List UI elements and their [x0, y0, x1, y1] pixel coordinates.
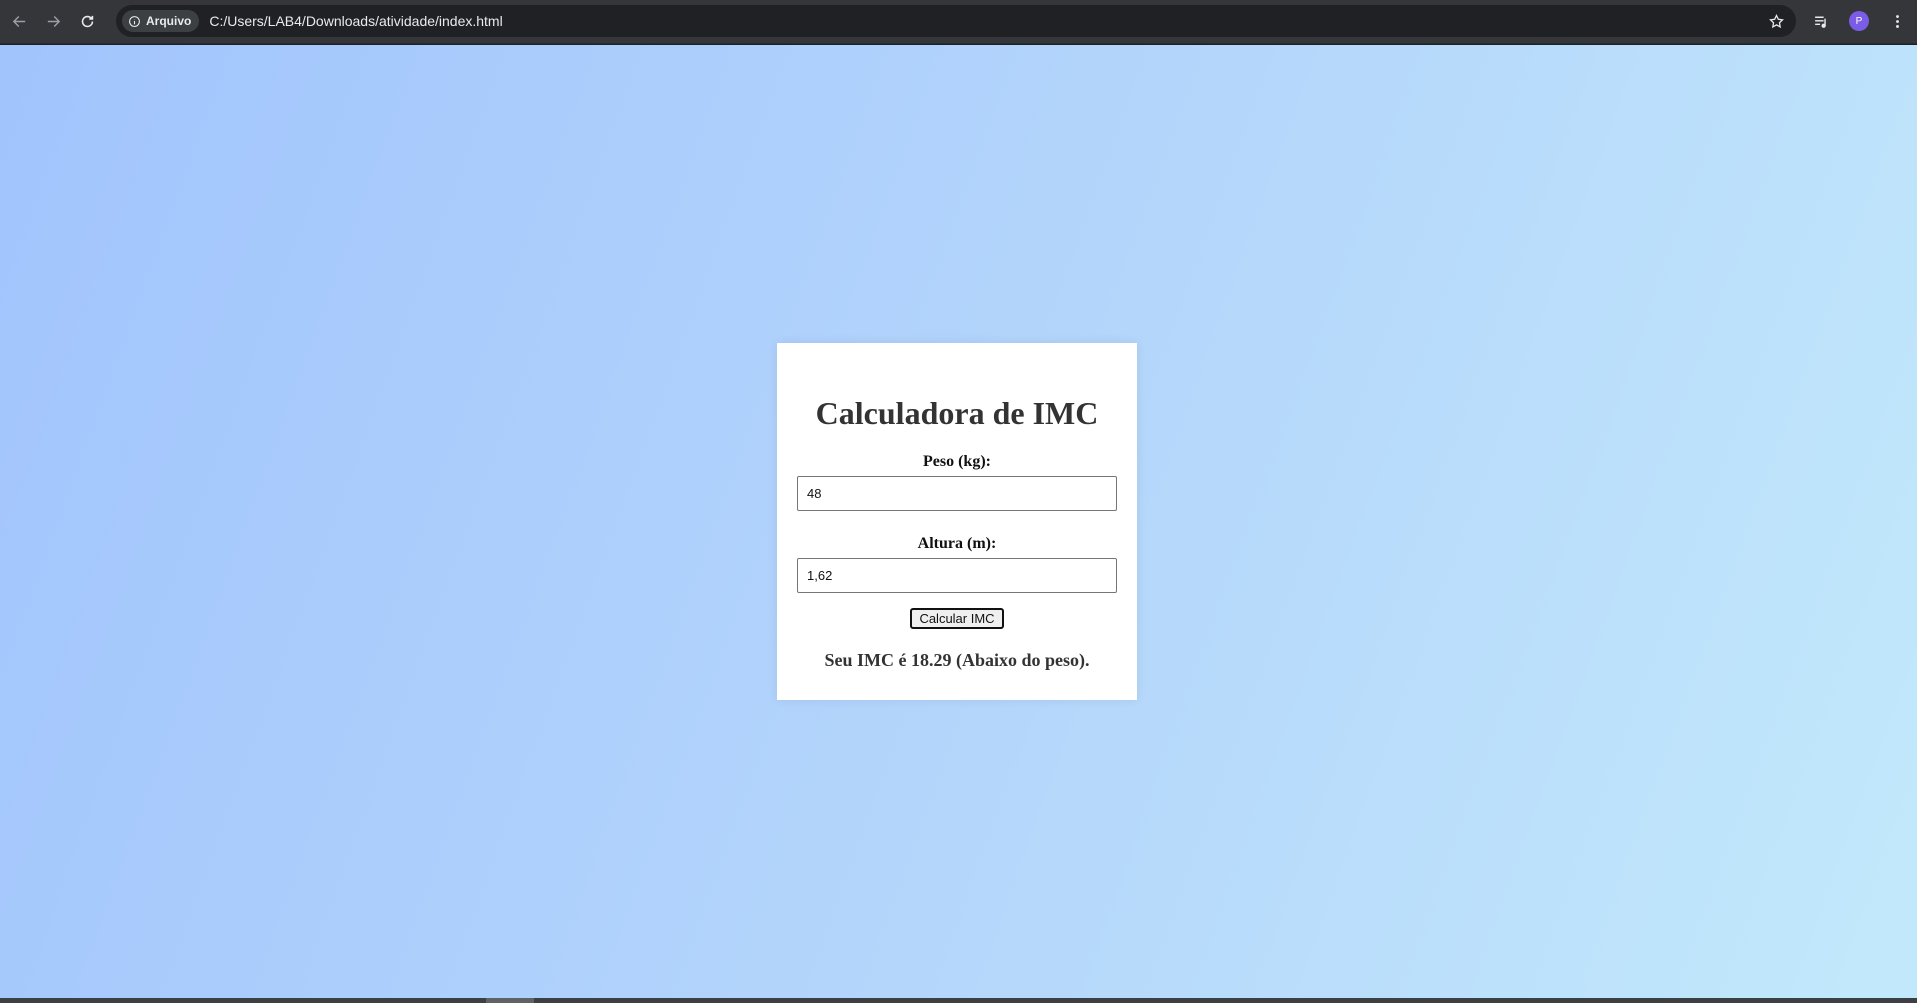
- site-chip-label: Arquivo: [146, 14, 192, 28]
- three-dots-vertical-icon: [1895, 14, 1899, 28]
- weight-label: Peso (kg):: [923, 453, 991, 470]
- page-title: Calculadora de IMC: [815, 395, 1099, 431]
- playlist-icon: [1814, 16, 1826, 28]
- info-icon: [129, 15, 140, 27]
- back-button[interactable]: [4, 7, 34, 37]
- height-input[interactable]: [797, 558, 1117, 593]
- height-label: Altura (m):: [917, 535, 997, 552]
- result-text: Seu IMC é 18.29 (Abaixo do peso).: [824, 650, 1090, 670]
- horizontal-scrollbar[interactable]: [0, 998, 1917, 1003]
- arrow-left-icon: [12, 16, 25, 27]
- forward-button[interactable]: [38, 7, 68, 37]
- menu-button[interactable]: [1883, 7, 1911, 35]
- page-viewport: Calculadora de IMC Peso (kg): Altura (m)…: [0, 45, 1917, 998]
- browser-toolbar: Arquivo C:/Users/LAB4/Downloads/atividad…: [0, 0, 1917, 44]
- profile-button[interactable]: P: [1845, 7, 1873, 35]
- bookmark-button[interactable]: [1766, 11, 1786, 31]
- calculate-button[interactable]: Calcular IMC: [910, 608, 1004, 629]
- url-text[interactable]: C:/Users/LAB4/Downloads/atividade/index.…: [209, 13, 502, 29]
- weight-input[interactable]: [797, 476, 1117, 511]
- arrow-right-icon: [47, 16, 60, 27]
- calculator-card: Calculadora de IMC Peso (kg): Altura (m)…: [777, 343, 1137, 700]
- reload-icon: [81, 15, 93, 28]
- avatar: P: [1849, 11, 1869, 31]
- address-bar[interactable]: Arquivo C:/Users/LAB4/Downloads/atividad…: [116, 5, 1796, 37]
- media-controls-button[interactable]: [1807, 7, 1835, 35]
- site-info-chip[interactable]: Arquivo: [122, 10, 200, 32]
- star-icon: [1768, 13, 1784, 28]
- scrollbar-thumb[interactable]: [486, 998, 534, 1003]
- reload-button[interactable]: [72, 7, 102, 37]
